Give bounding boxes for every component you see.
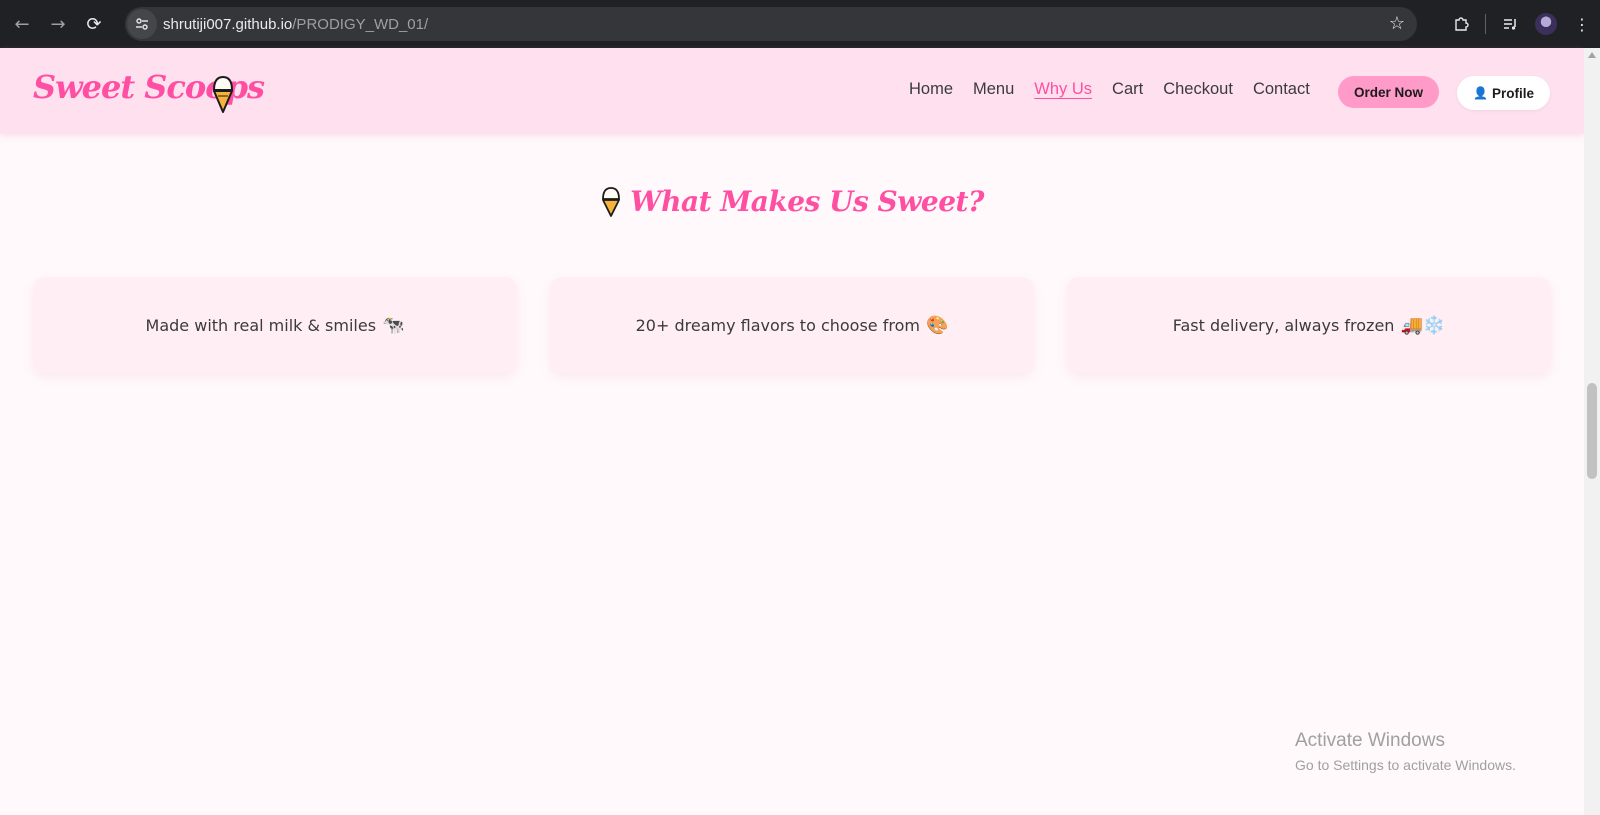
nav-why-us[interactable]: Why Us	[1034, 80, 1092, 99]
feature-card: Made with real milk & smiles 🐄	[33, 277, 517, 373]
palette-icon: 🎨	[925, 314, 949, 336]
back-icon[interactable]: ←	[4, 6, 40, 42]
star-icon[interactable]: ☆	[1389, 13, 1405, 34]
menu-icon[interactable]: ⋮	[1564, 6, 1600, 42]
toolbar-right: ⋮	[1443, 0, 1600, 48]
site-settings-icon[interactable]	[127, 9, 157, 39]
nav-home[interactable]: Home	[909, 80, 953, 99]
reload-icon[interactable]: ⟳	[76, 6, 112, 42]
page-scrollbar[interactable]	[1584, 48, 1600, 815]
address-bar[interactable]: shrutiji007.github.io/PRODIGY_WD_01/ ☆	[125, 7, 1417, 41]
activation-watermark: Activate Windows Go to Settings to activ…	[1295, 730, 1516, 773]
order-now-button[interactable]: Order Now	[1338, 76, 1439, 108]
nav-contact[interactable]: Contact	[1253, 80, 1310, 99]
watermark-subtitle: Go to Settings to activate Windows.	[1295, 757, 1516, 773]
media-icon[interactable]	[1492, 6, 1528, 42]
ice-cream-icon	[602, 186, 621, 217]
feature-text: Made with real milk & smiles	[145, 315, 377, 335]
url-path: /PRODIGY_WD_01/	[292, 15, 429, 33]
feature-card: Fast delivery, always frozen 🚚❄️	[1067, 277, 1551, 373]
feature-text: Fast delivery, always frozen	[1172, 315, 1395, 335]
section-heading: What Makes Us Sweet?	[0, 185, 1584, 218]
nav-checkout[interactable]: Checkout	[1163, 80, 1233, 99]
url-text[interactable]: shrutiji007.github.io/PRODIGY_WD_01/	[163, 16, 428, 33]
watermark-title: Activate Windows	[1295, 730, 1445, 751]
scrollbar-thumb[interactable]	[1587, 383, 1597, 479]
forward-icon[interactable]: →	[40, 6, 76, 42]
url-host: shrutiji007.github.io	[163, 15, 293, 33]
profile-avatar[interactable]	[1535, 13, 1557, 35]
profile-button[interactable]: 👤 Profile	[1457, 76, 1550, 110]
truck-snowflake-icon: 🚚❄️	[1400, 314, 1446, 336]
scroll-up-icon[interactable]	[1588, 52, 1596, 58]
profile-button-label: Profile	[1491, 85, 1534, 101]
feature-text: 20+ dreamy flavors to choose from	[635, 315, 920, 335]
browser-toolbar: ← → ⟳ shrutiji007.github.io/PRODIGY_WD_0…	[0, 0, 1600, 48]
toolbar-divider	[1485, 14, 1486, 34]
main-nav: Home Menu Why Us Cart Checkout Contact	[909, 80, 1330, 99]
feature-card: 20+ dreamy flavors to choose from 🎨	[550, 277, 1034, 373]
section-title: What Makes Us Sweet?	[630, 185, 984, 218]
profile-icon: 👤	[1473, 86, 1488, 100]
site-header: Sweet Scoops Home Menu Why Us Cart Check…	[0, 48, 1584, 134]
nav-menu[interactable]: Menu	[973, 80, 1014, 99]
ice-cream-icon	[212, 75, 234, 113]
nav-cart[interactable]: Cart	[1112, 80, 1143, 99]
cow-icon: 🐄	[382, 314, 405, 336]
extensions-icon[interactable]	[1443, 6, 1479, 42]
